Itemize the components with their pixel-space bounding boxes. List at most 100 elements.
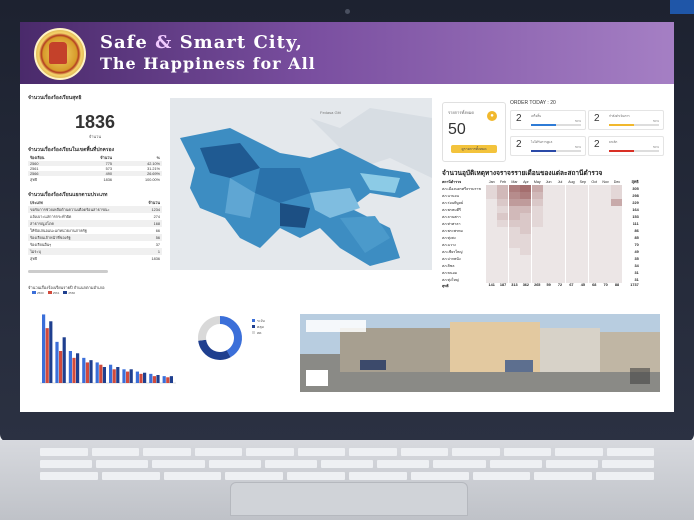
heatmap-cell [531,255,543,262]
heatmap-cell [611,234,623,241]
heatmap-cell [577,234,589,241]
heatmap-row-total: 305 [632,186,639,191]
table-cell: 56 [140,234,162,241]
table-row: สุทธิ 1836 100.00% [28,176,162,183]
heatmap-row: สภ.ขนอม 31 [442,269,666,276]
heatmap-cell [531,276,543,283]
heatmap-cell [565,227,577,234]
heatmap-cell [508,241,520,248]
heatmap-month-label: Mar [511,179,518,184]
order-status-card[interactable]: 2 เสร็จสิ้น 50% [510,110,586,130]
heatmap-row-total: 34 [634,263,639,268]
laptop-lid: Safe & Smart City, The Happiness for All… [0,0,694,442]
donut-slice [220,316,242,358]
heatmap-cell [497,185,509,192]
heatmap-row: สภ.ทุ่งใหญ่ 31 [442,276,666,283]
heatmap-month-sum: 67 [569,283,574,287]
heatmap-cell [520,213,532,220]
heatmap-cell [611,185,623,192]
heatmap-cell [611,269,623,276]
order-status-card[interactable]: 2 ไม่ได้รับการดูแล 50% [510,136,586,156]
heatmap-cell [599,185,611,192]
order-label: เสร็จสิ้น [531,114,542,118]
heatmap-row: สภ.ร่อนพิบูลย์ 229 [442,199,666,206]
heatmap-month-sum: 141 [488,283,495,287]
bar [149,373,153,383]
all-items-label: รายการทั้งหมด [448,110,475,115]
heatmap-row: สภ.เมืองนครศรีธรรมราช 305 [442,185,666,192]
heatmap-cell [542,206,554,213]
bar [45,328,49,383]
heatmap-cell [588,227,600,234]
table-cell: 100.00% [145,177,160,182]
bar [59,351,63,383]
heatmap-month-label: Apr [523,179,529,184]
heatmap-cell [565,185,577,192]
heatmap-cell [497,241,509,248]
table-row: ให้ข้อเสนอแนะแก่หน่วยงานภาครัฐ 66 [28,227,162,234]
heatmap-cell [508,192,520,199]
heatmap-month-label: Jun [545,179,552,184]
heatmap-cell [565,234,577,241]
city-seal-logo [34,28,86,80]
bar [116,367,120,383]
heatmap-cell [565,241,577,248]
district-map[interactable]: Fedasa Gitt [170,98,432,270]
heatmap-cell [531,206,543,213]
heatmap-cell [497,192,509,199]
table-cell: ไม่ระบุ [28,248,141,255]
view-all-button[interactable]: ดูรายการทั้งหมด [451,145,497,153]
table-row: ร้องเรียนเจ้าหน้าที่ของรัฐ 56 [28,234,162,241]
order-percent: 50% [652,119,659,123]
heatmap-cell [508,220,520,227]
heatmap-cell [611,248,623,255]
order-percent: 50% [574,145,581,149]
heatmap-cell [577,255,589,262]
heatmap-row-total: 164 [632,207,639,212]
table-row: ไม่ระบุ 1 [28,248,162,255]
heatmap-row: สภ.สิชล 34 [442,262,666,269]
heatmap-row: สภ.พระพรหม 86 [442,227,666,234]
table-cell: 1836 [103,177,112,182]
heatmap-cell [486,241,497,248]
heatmap-row: สภ.ท่าศาลา 111 [442,220,666,227]
heatmap-cell [611,206,623,213]
heatmap-cell [542,213,554,220]
table-cell: แจ้งเบาะแสการกระทำผิด [30,214,72,219]
heatmap-cell [486,248,497,255]
heatmap-month-sum: 59 [546,283,551,287]
heatmap-cell [588,255,600,262]
heatmap-month-label: Feb [499,179,507,184]
table-cell: 1836 [151,256,160,261]
heatmap-cell [486,276,497,283]
heatmap-cell [554,248,566,255]
heatmap-sum-row: สุทธิ 141 187 313 362 265 59 72 67 45 68 70 88 1737 [442,283,666,289]
order-label: ไม่ได้รับการดูแล [531,140,553,144]
heatmap-cell [497,199,509,206]
table-cell: สุทธิ [30,256,38,261]
heatmap-cell [531,227,543,234]
heatmap-cell [520,185,532,192]
heatmap-cell [611,220,623,227]
donut-slice [198,316,220,341]
panel-scrollbar[interactable] [28,270,108,273]
table-cell: 1 [140,248,162,255]
heatmap-cell [542,199,554,206]
heatmap-cell [486,192,497,199]
heatmap-cell [599,241,611,248]
header-banner: Safe & Smart City, The Happiness for All [20,22,674,84]
mini-map-icon [306,370,328,386]
order-progress-fill [531,124,556,126]
bar [42,314,46,383]
heatmap-cell [577,220,589,227]
bar [156,375,160,383]
table-header: จำนวน [100,155,112,160]
heatmap-station-name: สภ.ทุ่งสง [442,235,456,240]
heatmap-cell [554,206,566,213]
heatmap-cell [577,199,589,206]
heatmap-cell [486,255,497,262]
street-view-panel[interactable] [300,314,660,392]
order-status-card[interactable]: 2 กำลังดำเนินการ 50% [588,110,664,130]
order-status-card[interactable]: 2 ยกเลิก 50% [588,136,664,156]
heatmap-station-name: สภ.ฉวาง [442,242,456,247]
